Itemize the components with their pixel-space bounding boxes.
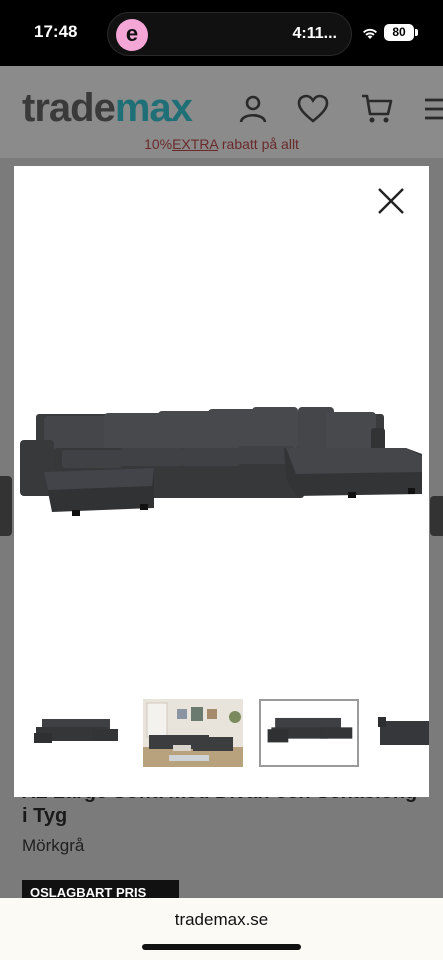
thumbnail-sofa-image: [34, 719, 118, 743]
thumbnail-3[interactable]: [259, 699, 359, 767]
logo-text-max: max: [114, 86, 193, 130]
thumbnail-sofa-side-image: [378, 717, 429, 745]
close-icon[interactable]: [376, 186, 406, 216]
cart-icon[interactable]: [360, 92, 394, 126]
thumbnail-room-image: [143, 699, 243, 767]
promo-banner[interactable]: 10%EXTRA rabatt på allt: [0, 136, 443, 158]
thumbnail-4[interactable]: [376, 699, 429, 767]
url-text[interactable]: trademax.se: [0, 910, 443, 930]
promo-link[interactable]: EXTRA: [172, 136, 218, 152]
thumbnail-strip: [14, 696, 429, 770]
product-variant: Mörkgrå: [22, 836, 85, 855]
gallery-prev-arrow: [0, 476, 12, 536]
main-product-image[interactable]: [14, 386, 429, 536]
dynamic-island[interactable]: e 4:11...: [107, 12, 352, 56]
thumbnail-1[interactable]: [26, 699, 126, 767]
app-activity-icon: e: [116, 19, 148, 51]
promo-text-start: 10%: [144, 136, 173, 152]
menu-icon[interactable]: [422, 92, 443, 126]
image-gallery-modal: [14, 166, 429, 797]
account-icon[interactable]: [236, 92, 270, 126]
gallery-next-arrow: [430, 496, 443, 536]
thumbnail-2[interactable]: [143, 699, 243, 767]
price-badge: OSLAGBART PRIS: [22, 880, 179, 898]
wifi-icon: [363, 28, 377, 39]
status-bar: 17:48 e 4:11... 80: [0, 0, 443, 66]
activity-timer: 4:11...: [292, 25, 337, 42]
trademax-logo[interactable]: trademax: [22, 86, 193, 131]
heart-icon[interactable]: [296, 92, 330, 126]
browser-url-bar[interactable]: trademax.se: [0, 898, 443, 960]
battery-icon: 80: [384, 24, 418, 41]
status-time: 17:48: [34, 22, 78, 41]
home-indicator[interactable]: [142, 944, 301, 950]
logo-text-trade: trade: [22, 86, 116, 130]
promo-text-end: rabatt på allt: [218, 136, 299, 152]
thumbnail-sofa-image: [267, 717, 353, 743]
